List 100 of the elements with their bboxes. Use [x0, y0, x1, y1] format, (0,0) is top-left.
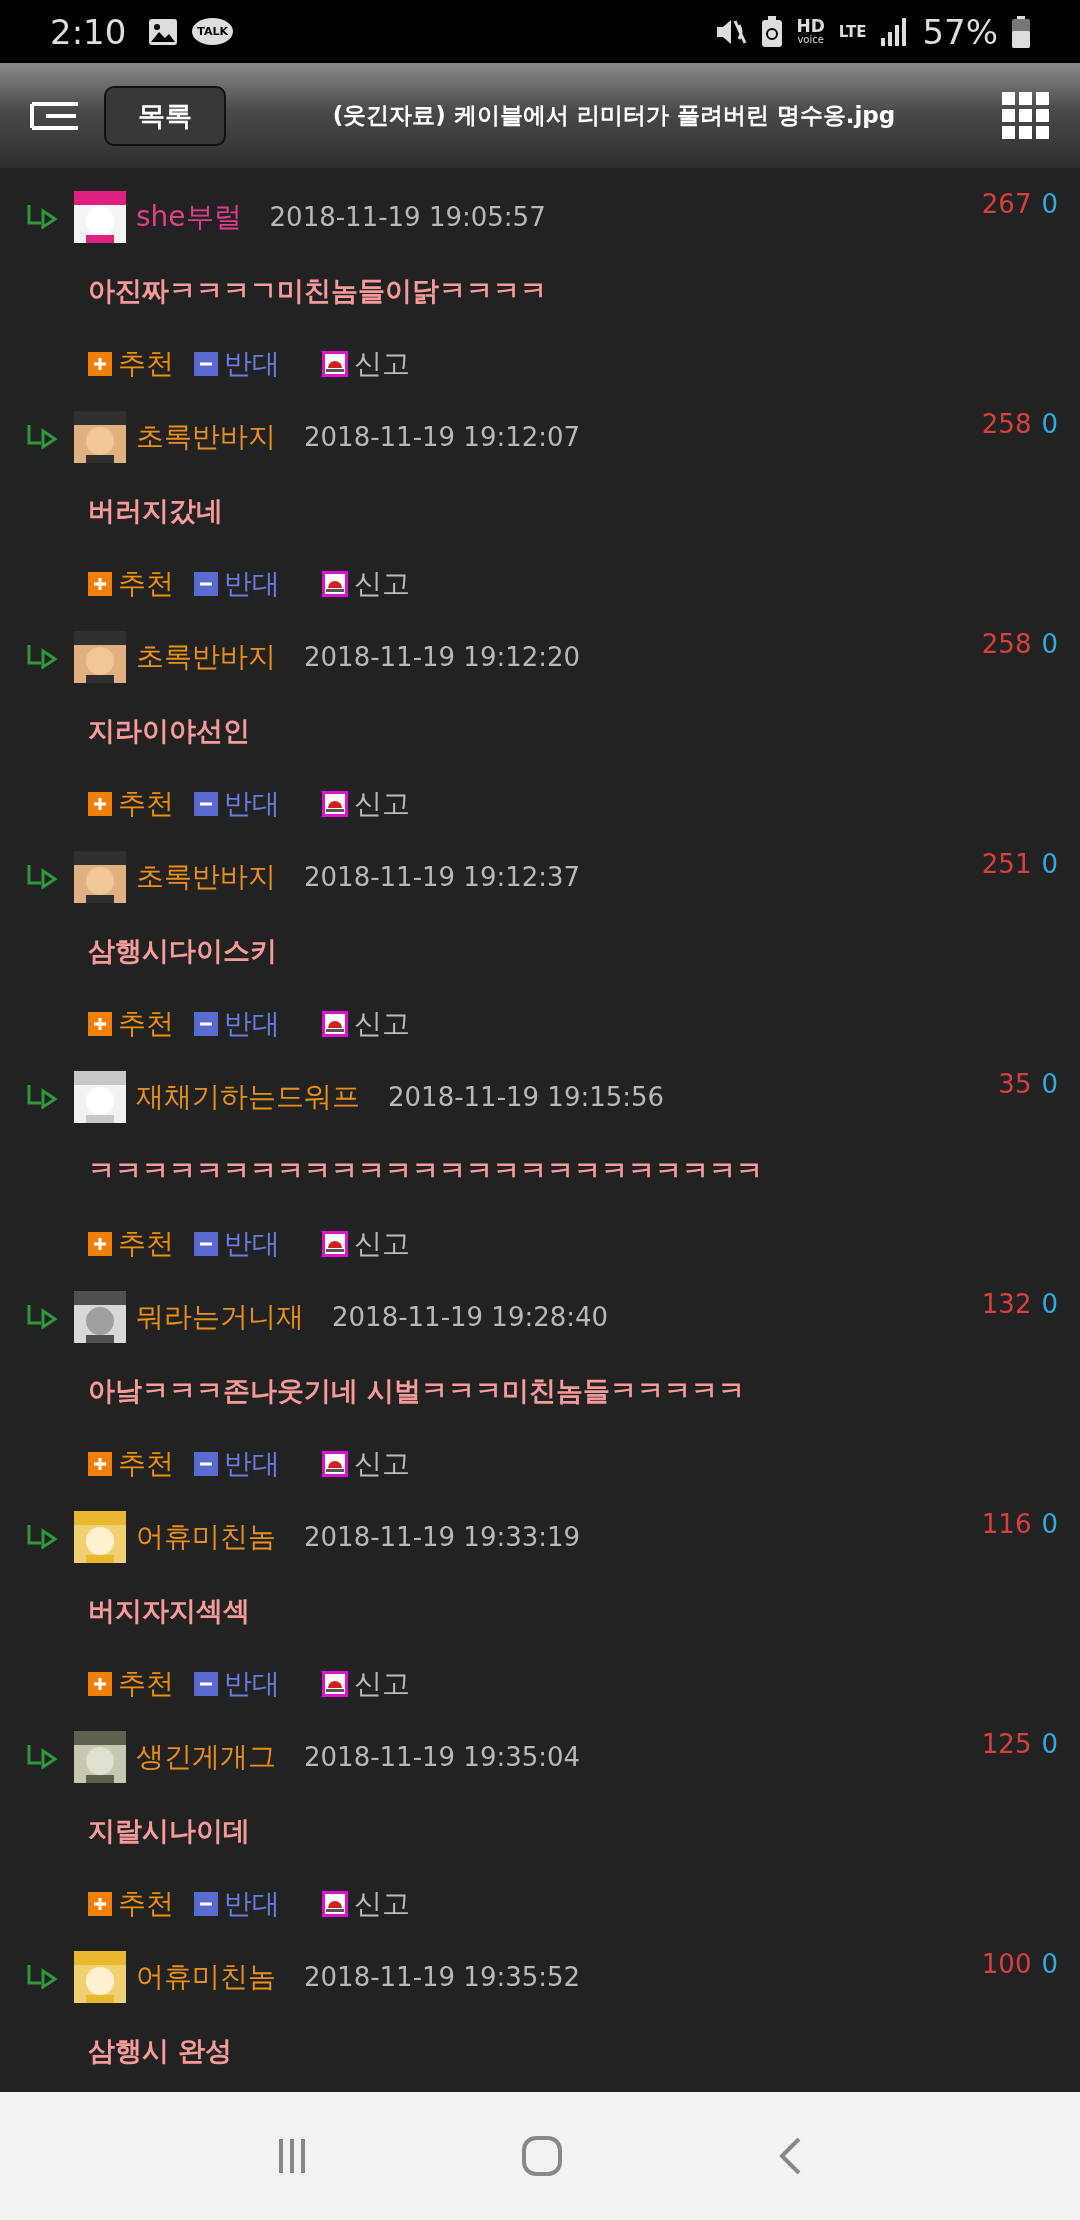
downvote-count: 0	[1041, 189, 1058, 219]
minus-icon	[194, 1892, 218, 1916]
plus-icon	[88, 792, 112, 816]
author-name[interactable]: 초록반바지	[136, 638, 276, 676]
author-name[interactable]: 뭐라는거니재	[136, 1298, 304, 1336]
author-name[interactable]: she부럴	[136, 198, 242, 236]
plus-icon	[88, 352, 112, 376]
recommend-button[interactable]: 추천	[118, 1005, 174, 1043]
author-name[interactable]: 재채기하는드워프	[136, 1078, 360, 1116]
upvote-count: 267	[981, 189, 1032, 219]
plus-icon	[88, 1232, 112, 1256]
downvote-count: 0	[1041, 1289, 1058, 1319]
image-icon	[148, 17, 179, 46]
grid-menu-icon[interactable]	[1002, 91, 1050, 140]
recommend-button[interactable]: 추천	[118, 1665, 174, 1703]
minus-icon	[194, 572, 218, 596]
back-icon[interactable]	[777, 2136, 803, 2176]
siren-icon	[322, 1011, 348, 1037]
post-title: (웃긴자료) 케이블에서 리미터가 풀려버린 명수옹.jpg	[331, 101, 897, 130]
battery-saver-icon	[760, 15, 783, 48]
siren-icon	[322, 571, 348, 597]
report-button[interactable]: 신고	[354, 345, 410, 383]
recommend-button[interactable]: 추천	[118, 565, 174, 603]
reply-arrow-icon	[26, 1523, 58, 1551]
minus-icon	[194, 792, 218, 816]
comment-date: 2018-11-19 19:12:07	[304, 422, 581, 452]
reply-arrow-icon	[26, 1963, 58, 1991]
recent-apps-icon[interactable]	[277, 2136, 307, 2176]
report-button[interactable]: 신고	[354, 1885, 410, 1923]
author-name[interactable]: 초록반바지	[136, 418, 276, 456]
list-button[interactable]: 목록	[104, 85, 226, 146]
downvote-count: 0	[1041, 1949, 1058, 1979]
comment-date: 2018-11-19 19:28:40	[332, 1302, 609, 1332]
oppose-button[interactable]: 반대	[224, 565, 280, 603]
report-button[interactable]: 신고	[354, 1005, 410, 1043]
author-name[interactable]: 초록반바지	[136, 858, 276, 896]
reply-arrow-icon	[26, 1303, 58, 1331]
minus-icon	[194, 1452, 218, 1476]
report-button[interactable]: 신고	[354, 1445, 410, 1483]
report-button[interactable]: 신고	[354, 1225, 410, 1263]
upvote-count: 132	[981, 1289, 1032, 1319]
oppose-button[interactable]: 반대	[224, 1005, 280, 1043]
report-button[interactable]: 신고	[354, 785, 410, 823]
comment-text: 지라이야선인	[87, 714, 251, 748]
comment-date: 2018-11-19 19:05:57	[269, 202, 546, 232]
menu-icon[interactable]	[30, 99, 80, 132]
downvote-count: 0	[1041, 849, 1058, 879]
oppose-button[interactable]: 반대	[224, 785, 280, 823]
upvote-count: 125	[981, 1729, 1032, 1759]
oppose-button[interactable]: 반대	[224, 1225, 280, 1263]
comment-text: 버러지갔네	[87, 494, 224, 528]
comment-date: 2018-11-19 19:12:37	[304, 862, 581, 892]
author-name[interactable]: 생긴게개그	[136, 1738, 276, 1776]
report-button[interactable]: 신고	[354, 1665, 410, 1703]
downvote-count: 0	[1041, 409, 1058, 439]
upvote-count: 258	[981, 409, 1032, 439]
signal-icon	[880, 17, 909, 46]
reply-arrow-icon	[26, 1743, 58, 1771]
comment-text: 삼행시 완성	[87, 2034, 234, 2068]
upvote-count: 116	[981, 1509, 1032, 1539]
author-name[interactable]: 어휴미친놈	[136, 1518, 276, 1556]
report-button[interactable]: 신고	[354, 565, 410, 603]
comment-text: 아진짜ㅋㅋㅋㄱ미친놈들이닭ㅋㅋㅋㅋ	[87, 274, 548, 308]
oppose-button[interactable]: 반대	[224, 1885, 280, 1923]
recommend-button[interactable]: 추천	[118, 1445, 174, 1483]
recommend-button[interactable]: 추천	[118, 1885, 174, 1923]
siren-icon	[322, 1231, 348, 1257]
downvote-count: 0	[1041, 1729, 1058, 1759]
plus-icon	[88, 1672, 112, 1696]
recommend-button[interactable]: 추천	[118, 785, 174, 823]
network-indicator: LTE	[838, 22, 867, 41]
recommend-button[interactable]: 추천	[118, 1225, 174, 1263]
plus-icon	[88, 572, 112, 596]
comment-date: 2018-11-19 19:35:04	[304, 1742, 581, 1772]
minus-icon	[194, 1672, 218, 1696]
home-icon[interactable]	[521, 2135, 563, 2177]
comment-text: ㅋㅋㅋㅋㅋㅋㅋㅋㅋㅋㅋㅋㅋㅋㅋㅋㅋㅋㅋㅋㅋㅋㅋㅋㅋ	[87, 1154, 764, 1188]
plus-icon	[88, 1452, 112, 1476]
recommend-button[interactable]: 추천	[118, 345, 174, 383]
comment-date: 2018-11-19 19:33:19	[304, 1522, 581, 1552]
siren-icon	[322, 791, 348, 817]
upvote-count: 258	[981, 629, 1032, 659]
minus-icon	[194, 352, 218, 376]
oppose-button[interactable]: 반대	[224, 1445, 280, 1483]
comment-text: 지랄시나이데	[87, 1814, 251, 1848]
comment-text: 아낰ㅋㅋㅋ존나웃기네 시벌ㅋㅋㅋ미친놈들ㅋㅋㅋㅋㅋ	[87, 1374, 747, 1408]
battery-level: 57%	[922, 11, 998, 52]
reply-arrow-icon	[26, 643, 58, 671]
oppose-button[interactable]: 반대	[224, 345, 280, 383]
comment-date: 2018-11-19 19:35:52	[304, 1962, 581, 1992]
author-name[interactable]: 어휴미친놈	[136, 1958, 276, 1996]
comment-text: 삼행시다이스키	[87, 934, 278, 968]
reply-arrow-icon	[26, 203, 58, 231]
downvote-count: 0	[1041, 1069, 1058, 1099]
plus-icon	[88, 1892, 112, 1916]
oppose-button[interactable]: 반대	[224, 1665, 280, 1703]
upvote-count: 251	[981, 849, 1032, 879]
battery-icon	[1012, 15, 1030, 48]
plus-icon	[88, 1012, 112, 1036]
reply-arrow-icon	[26, 423, 58, 451]
